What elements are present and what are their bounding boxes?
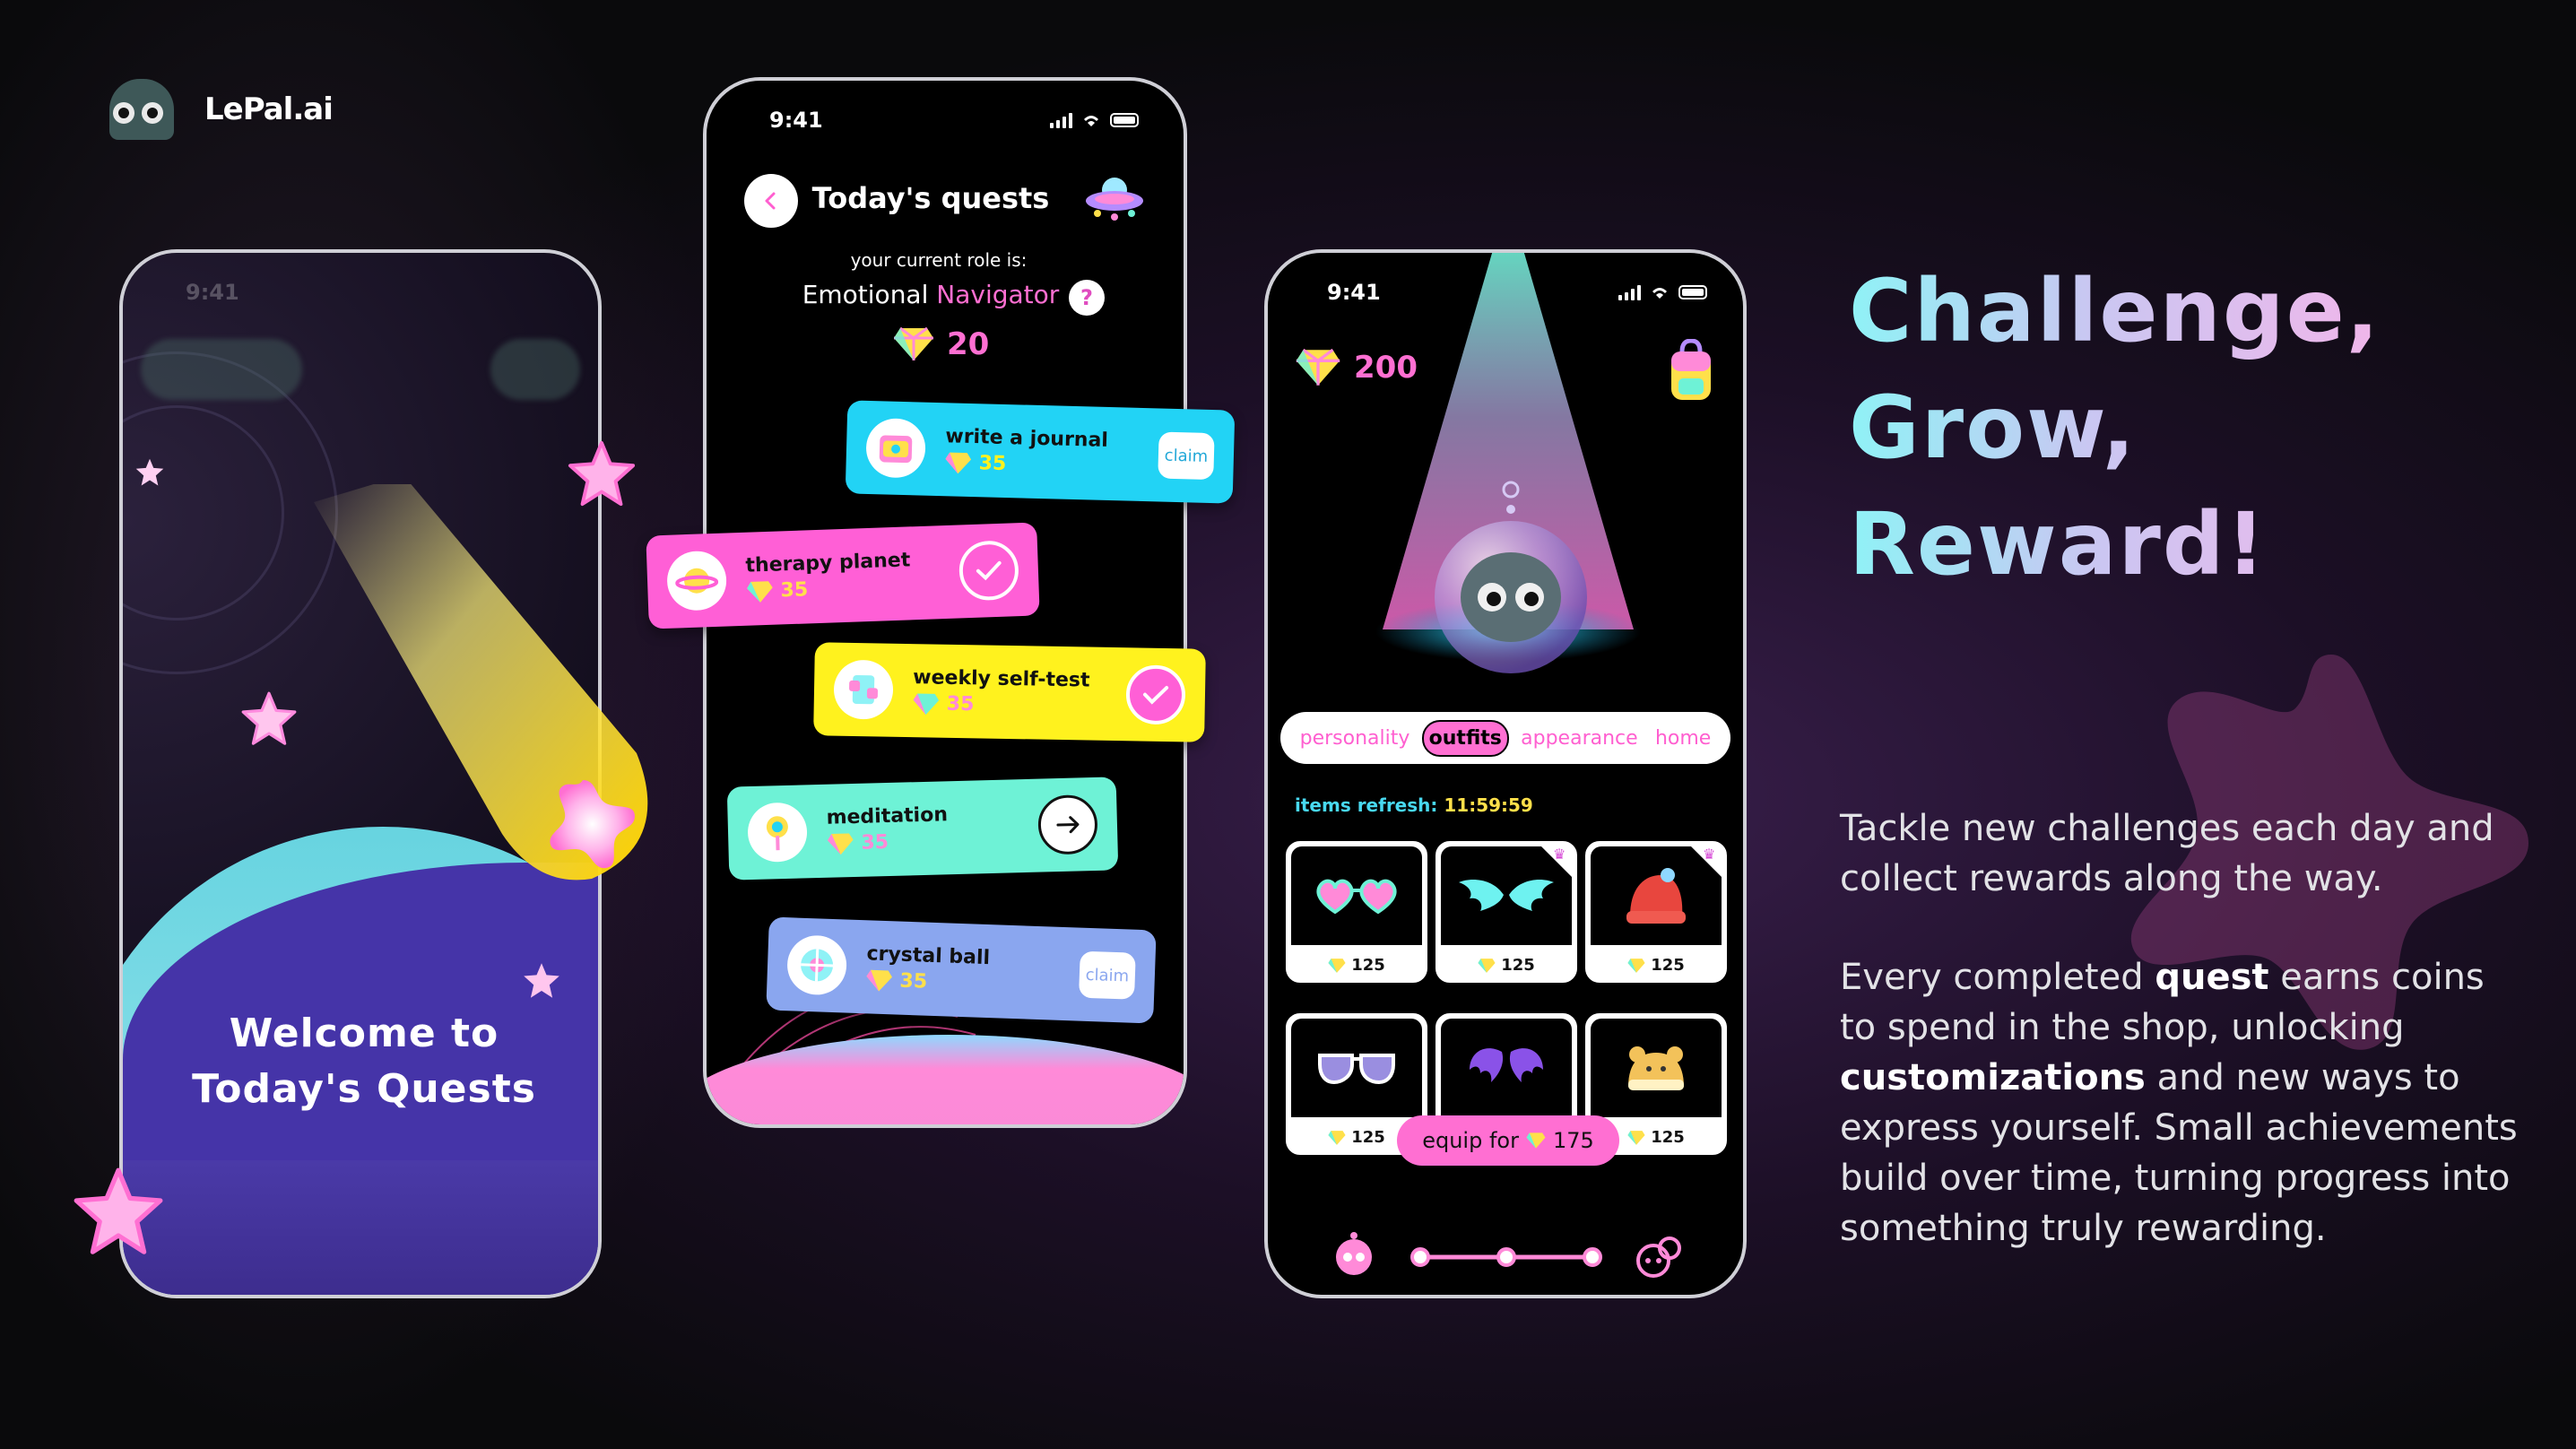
- gem-balance: 20: [893, 326, 989, 362]
- bottom-nav: [1336, 1232, 1681, 1278]
- tab-appearance[interactable]: appearance: [1515, 722, 1644, 755]
- description-paragraph-2: Every completed quest earns coins to spe…: [1840, 957, 2518, 1249]
- wifi-icon: [1652, 288, 1667, 299]
- shop-item[interactable]: 125: [1286, 841, 1427, 983]
- meditation-icon: [747, 802, 808, 863]
- heart-glasses-icon: [1316, 879, 1397, 915]
- comet-icon: [314, 484, 648, 881]
- gem-icon: [1627, 1130, 1645, 1145]
- star-icon: [568, 440, 636, 507]
- help-button[interactable]: ?: [1069, 280, 1105, 316]
- check-icon: [1125, 664, 1186, 725]
- gem-icon: [1328, 958, 1346, 973]
- role-label: Emotional Navigator: [802, 280, 1060, 309]
- gem-icon: [866, 969, 892, 992]
- brand: LePal.ai: [109, 79, 334, 140]
- pet-character: [1435, 481, 1587, 673]
- gem-icon: [913, 693, 940, 715]
- quest-card-therapy[interactable]: therapy planet 35: [646, 522, 1040, 629]
- battery-icon: [1678, 285, 1707, 299]
- bat-wings-icon: [1470, 1048, 1543, 1082]
- red-beanie-icon: [1626, 868, 1686, 924]
- signal-icon: [1050, 112, 1072, 128]
- items-refresh: items refresh: 11:59:59: [1295, 794, 1533, 816]
- ufo-icon[interactable]: [1085, 174, 1144, 224]
- shop-tabs: personality outfits appearance home: [1280, 712, 1730, 764]
- shop-item[interactable]: ♛ 125: [1585, 841, 1727, 983]
- sunglasses-icon: [1318, 1054, 1395, 1085]
- wifi-icon: [1084, 116, 1098, 126]
- signal-icon: [1618, 284, 1641, 300]
- welcome-title: Welcome to Today's Quests: [192, 1011, 536, 1112]
- pet-nav-icon[interactable]: [1336, 1232, 1372, 1275]
- equip-button[interactable]: equip for 175: [1397, 1115, 1619, 1166]
- backpack-icon[interactable]: [1666, 339, 1716, 403]
- planet-icon: [665, 550, 728, 612]
- star-icon: [524, 963, 559, 998]
- crystal-ball-icon: [785, 934, 848, 996]
- claim-button[interactable]: claim: [1079, 950, 1136, 1000]
- shop-grid: 125 ♛ 125 ♛ 125 125 125: [1286, 841, 1730, 1155]
- gem-icon: [1328, 1130, 1346, 1145]
- shop-item[interactable]: ♛ 125: [1435, 841, 1577, 983]
- star-icon: [74, 1167, 163, 1254]
- description-paragraph-1: Tackle new challenges each day and colle…: [1840, 808, 2494, 899]
- status-time: 9:41: [769, 108, 823, 133]
- quest-card-crystal-ball[interactable]: crystal ball 35 claim: [766, 916, 1157, 1024]
- status-time: 9:41: [186, 280, 239, 305]
- bear-hat-icon: [1628, 1046, 1684, 1090]
- tab-personality[interactable]: personality: [1295, 722, 1416, 755]
- battery-icon: [1110, 113, 1139, 127]
- test-icon: [833, 659, 894, 720]
- journal-icon: [865, 417, 926, 479]
- status-time: 9:41: [1327, 280, 1381, 305]
- role-caption: your current role is:: [850, 249, 1028, 271]
- gem-icon: [1296, 348, 1340, 386]
- gem-icon: [945, 452, 972, 473]
- tab-home[interactable]: home: [1650, 722, 1716, 755]
- headline: Challenge, Grow, Reward!: [1849, 253, 2381, 603]
- star-icon: [135, 458, 164, 486]
- check-icon: [958, 540, 1020, 602]
- arrow-right-icon[interactable]: [1037, 794, 1098, 855]
- brand-name: LePal.ai: [204, 91, 334, 127]
- gem-icon: [1478, 958, 1496, 973]
- quest-card-self-test[interactable]: weekly self-test 35: [813, 642, 1206, 742]
- gem-icon: [1627, 958, 1645, 973]
- brand-avatar-icon: [109, 79, 174, 140]
- gem-balance: 200: [1295, 348, 1418, 387]
- quest-card-meditation[interactable]: meditation 35: [726, 777, 1119, 881]
- crown-icon: ♛: [1703, 846, 1716, 863]
- gem-icon: [894, 326, 933, 360]
- crown-icon: ♛: [1553, 846, 1566, 863]
- angel-wings-icon: [1459, 879, 1554, 911]
- friends-nav-icon[interactable]: [1636, 1236, 1681, 1278]
- gem-icon: [1526, 1132, 1546, 1149]
- star-icon: [241, 691, 297, 745]
- tab-outfits[interactable]: outfits: [1421, 719, 1509, 757]
- phone-shop: 9:41 200 personality outfits appearance …: [1264, 249, 1747, 1298]
- claim-button[interactable]: claim: [1158, 431, 1215, 481]
- status-bar: 9:41: [769, 108, 1139, 133]
- status-bar: 9:41: [1327, 280, 1707, 305]
- progress-slider[interactable]: [1410, 1247, 1602, 1267]
- quest-card-journal[interactable]: write a journal 35 claim: [845, 400, 1236, 504]
- gem-icon: [747, 580, 773, 603]
- gem-icon: [827, 832, 854, 855]
